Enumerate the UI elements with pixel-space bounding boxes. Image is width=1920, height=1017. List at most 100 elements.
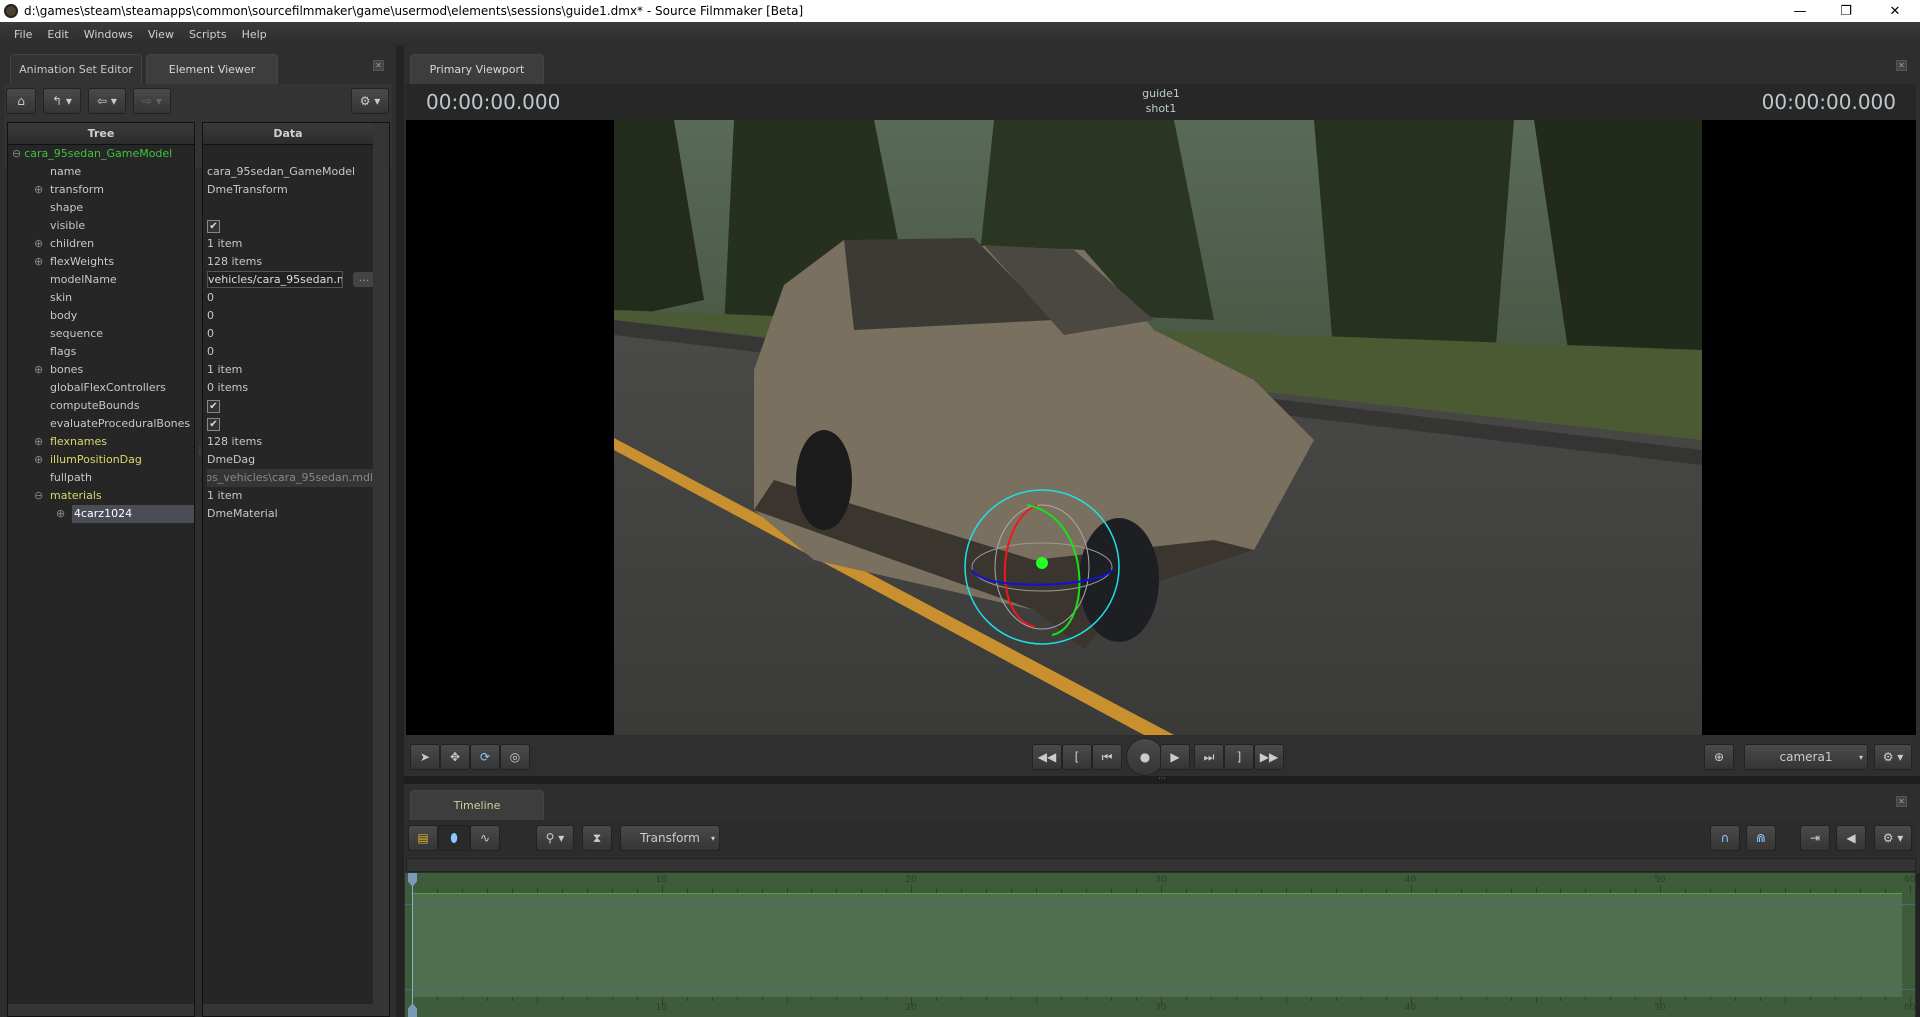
tree-item[interactable]: body <box>8 307 194 325</box>
tree-item[interactable]: fullpath <box>8 469 194 487</box>
tree-horizontal-scrollbar[interactable] <box>8 1004 194 1016</box>
data-vertical-scrollbar[interactable] <box>373 123 389 1016</box>
playhead-handle-bottom[interactable] <box>408 1003 417 1017</box>
tree-item[interactable]: ⊕ illumPositionDag <box>8 451 194 469</box>
tree-item[interactable]: ⊕ children <box>8 235 194 253</box>
select-tool-button[interactable]: ➤ <box>410 744 440 770</box>
menu-scripts[interactable]: Scripts <box>189 28 227 41</box>
go-to-end-bracket-button[interactable]: ] <box>1224 744 1254 770</box>
motion-editor-button[interactable]: ⬮ <box>438 825 470 851</box>
mode-select[interactable]: Transform ▾ <box>620 825 720 851</box>
tree-item[interactable]: modelName <box>8 271 194 289</box>
settings-button[interactable]: ⚙ ▾ <box>351 88 389 114</box>
camera-select[interactable]: camera1 ▾ <box>1744 744 1868 770</box>
tree-item[interactable]: shape <box>8 199 194 217</box>
viewport-settings-button[interactable]: ⚙ ▾ <box>1874 744 1912 770</box>
tab-animation-set-editor[interactable]: Animation Set Editor <box>10 54 142 84</box>
playhead[interactable] <box>412 873 413 1017</box>
close-viewport-icon[interactable]: ✕ <box>1896 60 1907 71</box>
data-horizontal-scrollbar[interactable] <box>203 1004 373 1016</box>
tree-item[interactable]: ⊕ 4carz1024 <box>8 505 194 523</box>
go-to-end-button[interactable]: ⇥ <box>1800 825 1830 851</box>
expand-icon[interactable]: ⊕ <box>34 451 43 469</box>
data-value[interactable]: ✔ <box>207 217 373 235</box>
restore-button[interactable]: ❐ <box>1823 0 1869 22</box>
play-button[interactable]: ▶ <box>1160 744 1190 770</box>
data-value[interactable]: ✔ <box>207 397 373 415</box>
move-tool-button[interactable]: ✥ <box>440 744 470 770</box>
tab-primary-viewport[interactable]: Primary Viewport <box>410 54 544 84</box>
expand-icon[interactable]: ⊖ <box>34 487 43 505</box>
up-button[interactable]: ↰ ▾ <box>43 88 81 114</box>
close-button[interactable]: ✕ <box>1872 0 1918 22</box>
data-value[interactable]: vehicles/cara_95sedan.mdl... <box>207 271 375 289</box>
camera-target-button[interactable]: ⊕ <box>1704 744 1734 770</box>
go-to-start-bracket-button[interactable]: [ <box>1062 744 1092 770</box>
mute-button[interactable]: ◀ <box>1836 825 1866 851</box>
expand-icon[interactable]: ⊕ <box>34 433 43 451</box>
menu-windows[interactable]: Windows <box>84 28 133 41</box>
expand-icon[interactable]: ⊕ <box>56 505 65 523</box>
expand-icon[interactable]: ⊕ <box>34 253 43 271</box>
collapse-icon[interactable]: ⊖ <box>12 147 21 160</box>
tree-item[interactable]: name <box>8 163 194 181</box>
tree-item[interactable]: evaluateProceduralBones <box>8 415 194 433</box>
tree-item[interactable]: flags <box>8 343 194 361</box>
expand-icon[interactable]: ⊕ <box>34 181 43 199</box>
browse-button[interactable]: ... <box>353 272 375 287</box>
hourglass-icon: ⧗ <box>592 830 602 845</box>
hourglass-button[interactable]: ⧗ <box>582 825 612 851</box>
viewport-3d[interactable] <box>406 120 1916 735</box>
tree-item[interactable]: computeBounds <box>8 397 194 415</box>
menu-file[interactable]: File <box>14 28 32 41</box>
rotate-tool-button[interactable]: ⟳ <box>470 744 500 770</box>
playhead-handle-top[interactable] <box>408 873 417 887</box>
tab-timeline[interactable]: Timeline <box>410 790 544 820</box>
menu-help[interactable]: Help <box>242 28 267 41</box>
expand-icon[interactable]: ⊕ <box>34 361 43 379</box>
rotate-gizmo[interactable] <box>942 467 1142 667</box>
tree-item[interactable]: sequence <box>8 325 194 343</box>
tree-root[interactable]: ⊖ cara_95sedan_GameModel <box>8 145 172 163</box>
menu-edit[interactable]: Edit <box>47 28 68 41</box>
tree-item[interactable]: ⊕ flexnames <box>8 433 194 451</box>
back-button[interactable]: ⇦ ▾ <box>88 88 126 114</box>
snap-button[interactable]: ∩ <box>1710 825 1740 851</box>
forward-button[interactable]: ⇨ ▾ <box>133 88 171 114</box>
home-button[interactable]: ⌂ <box>6 88 36 114</box>
shot-clip[interactable] <box>412 893 1902 997</box>
timeline-track-area[interactable]: 10 10 20 20 30 30 40 40 50 50 60 60 <box>405 873 1915 1017</box>
close-timeline-icon[interactable]: ✕ <box>1896 796 1907 807</box>
checkbox[interactable]: ✔ <box>207 400 220 413</box>
tree-item[interactable]: visible <box>8 217 194 235</box>
checkbox[interactable]: ✔ <box>207 418 220 431</box>
fast-forward-button[interactable]: ▶▶ <box>1254 744 1284 770</box>
model-name-input[interactable]: vehicles/cara_95sedan.mdl <box>207 271 343 288</box>
expand-icon[interactable]: ⊕ <box>34 235 43 253</box>
checkbox[interactable]: ✔ <box>207 220 220 233</box>
tree-item[interactable]: ⊕ flexWeights <box>8 253 194 271</box>
pivot-tool-button[interactable]: ◎ <box>500 744 530 770</box>
previous-frame-button[interactable]: ⏮ <box>1092 744 1122 770</box>
tab-element-viewer[interactable]: Element Viewer <box>146 54 278 84</box>
rewind-button[interactable]: ◀◀ <box>1032 744 1062 770</box>
close-panel-icon[interactable]: ✕ <box>373 60 384 71</box>
graph-editor-button[interactable]: ∿ <box>470 825 500 851</box>
add-keyframe-button[interactable]: ⚲ ▾ <box>536 825 574 851</box>
minimize-button[interactable]: — <box>1777 0 1823 22</box>
viewport-timeline-splitter[interactable]: ··· <box>404 775 1920 784</box>
timeline-settings-button[interactable]: ⚙ ▾ <box>1874 825 1912 851</box>
tree-item[interactable]: ⊕ transform <box>8 181 194 199</box>
tree-item[interactable]: ⊕ bones <box>8 361 194 379</box>
data-value[interactable]: ✔ <box>207 415 373 433</box>
tree-item[interactable]: skin <box>8 289 194 307</box>
next-frame-button[interactable]: ⏭ <box>1194 744 1224 770</box>
menu-view[interactable]: View <box>148 28 174 41</box>
tree-item[interactable]: globalFlexControllers <box>8 379 194 397</box>
tree-item[interactable]: ⊖ materials <box>8 487 194 505</box>
record-button[interactable]: ● <box>1126 738 1164 776</box>
splitter-handle[interactable]: ⋮ <box>196 446 204 456</box>
snap-frame-button[interactable]: ⋒ <box>1746 825 1776 851</box>
clip-editor-button[interactable]: ▤ <box>408 825 438 851</box>
panel-splitter[interactable] <box>396 46 404 1017</box>
